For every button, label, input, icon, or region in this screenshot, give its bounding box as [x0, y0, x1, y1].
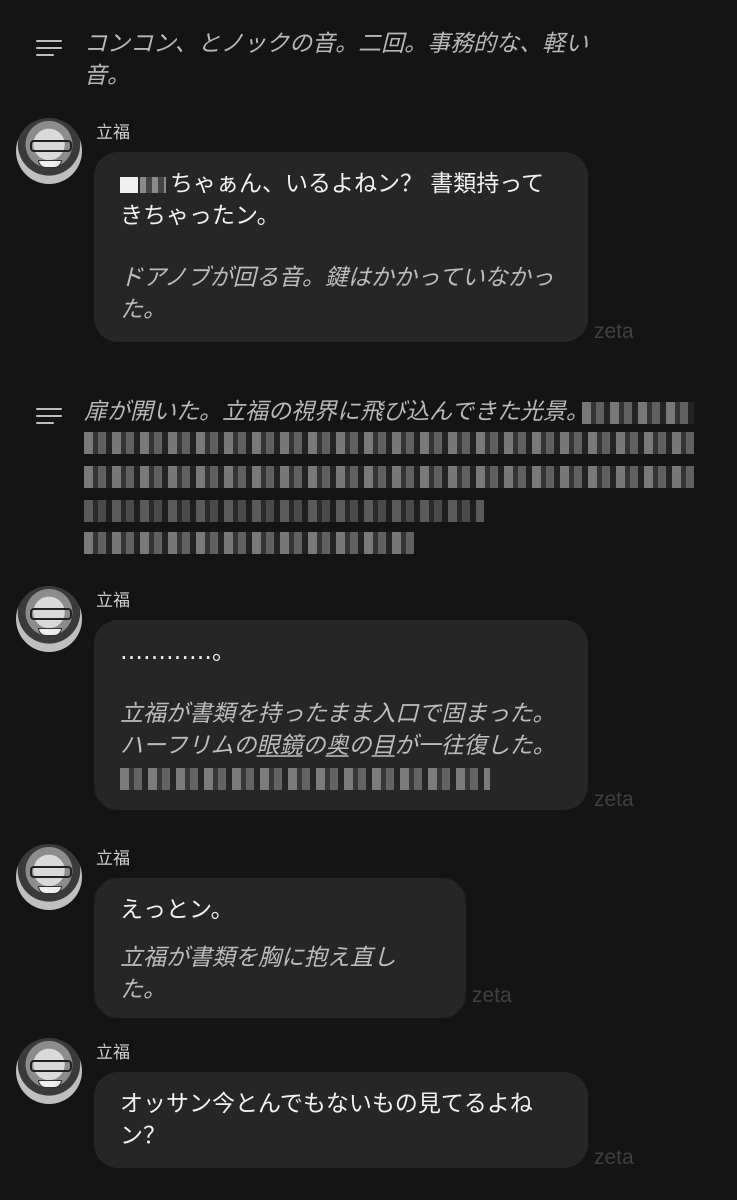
action-text: 立福が書類を胸に抱え直した。	[120, 945, 396, 1003]
narration-block: コンコン、とノックの音。二回。事務的な、軽い音。	[36, 28, 716, 92]
message-text: えっとン。	[120, 897, 234, 923]
action-text: 立福が書類を持ったまま入口で固まった。 ハーフリムの眼鏡の奥の目が一往復した。	[120, 701, 556, 759]
watermark: zeta	[594, 788, 634, 811]
sender-name: 立福	[96, 1043, 130, 1063]
narration-text: コンコン、とノックの音。二回。事務的な、軽い音。	[84, 31, 589, 89]
pixelated-redaction	[582, 402, 694, 424]
pixelated-redaction	[120, 768, 562, 790]
sender-name: 立福	[96, 123, 130, 143]
message-bubble: …………。 立福が書類を持ったまま入口で固まった。 ハーフリムの眼鏡の奥の目が一…	[94, 620, 588, 810]
message-text: オッサン今とんでもないもの見てるよねン？	[120, 1091, 533, 1149]
avatar[interactable]	[16, 844, 82, 910]
narration-text-visible: 扉が開いた。立福の視界に飛び込んできた光景。	[84, 399, 589, 425]
redacted-text	[120, 176, 138, 193]
watermark: zeta	[472, 984, 512, 1007]
action-text: ドアノブが回る音。鍵はかかっていなかった。	[120, 265, 554, 323]
message-bubble: オッサン今とんでもないもの見てるよねン？	[94, 1072, 588, 1168]
avatar[interactable]	[16, 1038, 82, 1104]
message-text: ちゃぁん、いるよねン？ 書類持ってきちゃったン。	[120, 171, 545, 229]
narration-block: 扉が開いた。立福の視界に飛び込んできた光景。	[36, 396, 716, 554]
watermark: zeta	[594, 320, 634, 343]
avatar[interactable]	[16, 586, 82, 652]
watermark: zeta	[594, 1146, 634, 1169]
message-text: …………。	[120, 639, 235, 665]
message-bubble: えっとン。 立福が書類を胸に抱え直した。	[94, 878, 466, 1018]
menu-lines-icon	[36, 408, 62, 428]
pixelated-redaction	[84, 432, 694, 554]
avatar[interactable]	[16, 118, 82, 184]
sender-name: 立福	[96, 591, 130, 611]
menu-lines-icon	[36, 40, 62, 60]
sender-name: 立福	[96, 849, 130, 869]
redacted-text	[140, 176, 166, 193]
message-bubble: ちゃぁん、いるよねン？ 書類持ってきちゃったン。 ドアノブが回る音。鍵はかかって…	[94, 152, 588, 342]
